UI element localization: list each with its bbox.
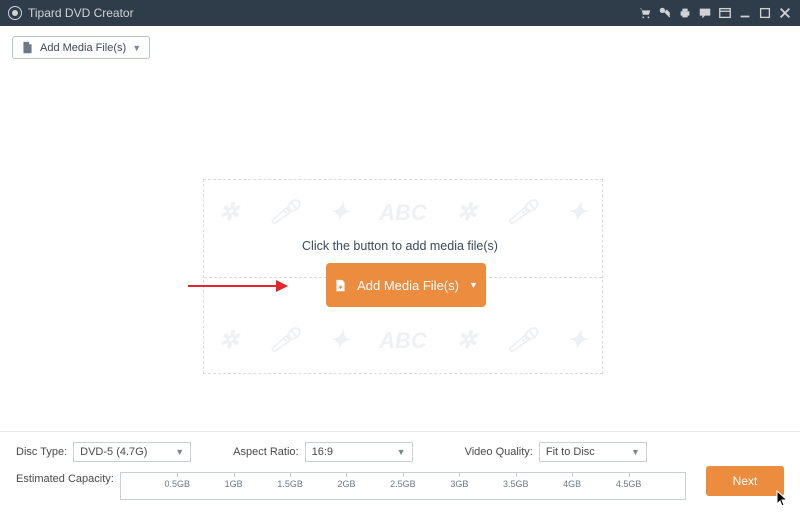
app-title: Tipard DVD Creator	[28, 6, 134, 20]
capacity-tick-label: 3GB	[450, 479, 468, 489]
capacity-tick-label: 4.5GB	[616, 479, 642, 489]
film-icon: ✲	[457, 326, 477, 355]
close-icon[interactable]	[778, 6, 792, 20]
bg-icons-row-top: ✲ 🎤︎ ✦ ABC ✲ 🎤︎ ✦	[204, 198, 602, 227]
cursor-icon	[776, 490, 790, 508]
chat-icon[interactable]	[698, 6, 712, 20]
next-button-label: Next	[733, 474, 758, 488]
footer: Disc Type: DVD-5 (4.7G) ▼ Aspect Ratio: …	[0, 432, 800, 514]
abc-label: ABC	[379, 200, 427, 226]
app-logo-icon	[8, 6, 22, 20]
add-media-button-primary[interactable]: Add Media File(s) ▼	[326, 263, 486, 307]
video-quality-label: Video Quality:	[465, 446, 533, 458]
maximize-icon[interactable]	[758, 6, 772, 20]
capacity-tick-label: 2.5GB	[390, 479, 416, 489]
aspect-ratio-label: Aspect Ratio:	[233, 446, 298, 458]
menu-icon[interactable]	[718, 6, 732, 20]
sparkle-icon: ✦	[329, 326, 349, 355]
disc-type-select[interactable]: DVD-5 (4.7G) ▼	[73, 442, 191, 462]
capacity-tick-label: 0.5GB	[164, 479, 190, 489]
mic-icon: 🎤︎	[507, 198, 537, 227]
titlebar: Tipard DVD Creator	[0, 0, 800, 26]
film-icon: ✲	[219, 198, 239, 227]
chevron-down-icon: ▼	[132, 43, 141, 53]
sparkle-icon: ✦	[329, 198, 349, 227]
film-icon: ✲	[457, 198, 477, 227]
chevron-down-icon: ▼	[469, 280, 478, 290]
estimated-capacity-label: Estimated Capacity:	[16, 472, 114, 485]
next-button[interactable]: Next	[706, 466, 784, 496]
instruction-arrow	[188, 277, 288, 295]
minimize-icon[interactable]	[738, 6, 752, 20]
capacity-meter: 0.5GB 1GB 1.5GB 2GB 2.5GB 3GB 3.5GB 4GB 4.5GB	[120, 472, 686, 500]
add-file-icon	[21, 41, 34, 54]
capacity-tick-label: 1.5GB	[277, 479, 303, 489]
settings-row: Disc Type: DVD-5 (4.7G) ▼ Aspect Ratio: …	[16, 442, 784, 462]
mic-icon: 🎤︎	[269, 326, 299, 355]
capacity-tick-label: 1GB	[225, 479, 243, 489]
add-media-button-primary-label: Add Media File(s)	[357, 278, 459, 293]
capacity-tick-label: 3.5GB	[503, 479, 529, 489]
mic-icon: 🎤︎	[507, 326, 537, 355]
sparkle-icon: ✦	[567, 326, 587, 355]
toolbar: Add Media File(s) ▼	[0, 26, 800, 69]
main-canvas: ✲ 🎤︎ ✦ ABC ✲ 🎤︎ ✦ ✲ 🎤︎ ✦ ABC ✲ 🎤︎ ✦ Clic…	[0, 69, 800, 429]
add-file-icon	[334, 279, 347, 292]
video-quality-value: Fit to Disc	[546, 446, 595, 458]
aspect-ratio-select[interactable]: 16:9 ▼	[305, 442, 413, 462]
video-quality-select[interactable]: Fit to Disc ▼	[539, 442, 647, 462]
capacity-tick-label: 4GB	[563, 479, 581, 489]
chevron-down-icon: ▼	[631, 447, 640, 457]
cart-icon[interactable]	[638, 6, 652, 20]
aspect-ratio-value: 16:9	[312, 446, 333, 458]
add-media-button-toolbar-label: Add Media File(s)	[40, 42, 126, 54]
disc-type-value: DVD-5 (4.7G)	[80, 446, 147, 458]
chevron-down-icon: ▼	[397, 447, 406, 457]
dropzone-prompt: Click the button to add media file(s)	[0, 239, 800, 253]
film-icon: ✲	[219, 326, 239, 355]
add-media-button-toolbar[interactable]: Add Media File(s) ▼	[12, 36, 150, 59]
sparkle-icon: ✦	[567, 198, 587, 227]
bg-icons-row-bottom: ✲ 🎤︎ ✦ ABC ✲ 🎤︎ ✦	[204, 326, 602, 355]
print-icon[interactable]	[678, 6, 692, 20]
disc-type-label: Disc Type:	[16, 446, 67, 458]
abc-label: ABC	[379, 328, 427, 354]
capacity-row: Estimated Capacity: 0.5GB 1GB 1.5GB 2GB 2.5G…	[16, 472, 784, 500]
key-icon[interactable]	[658, 6, 672, 20]
chevron-down-icon: ▼	[175, 447, 184, 457]
capacity-tick-label: 2GB	[337, 479, 355, 489]
mic-icon: 🎤︎	[269, 198, 299, 227]
